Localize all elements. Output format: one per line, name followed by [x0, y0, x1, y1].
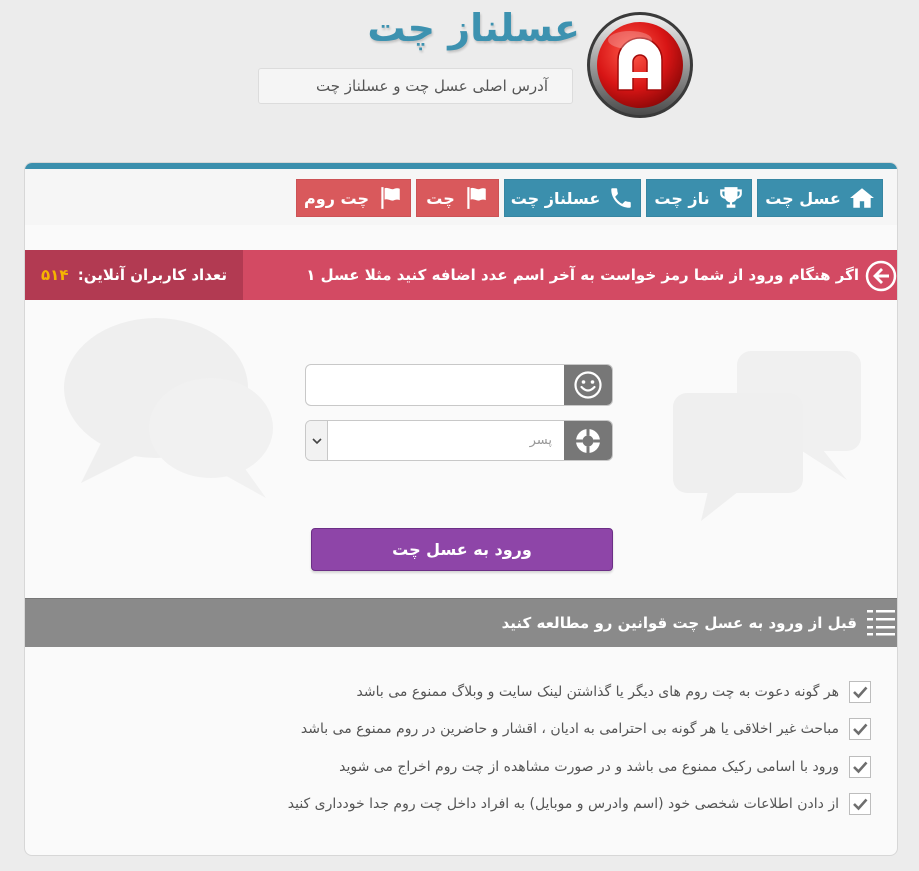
rule-text: ورود با اسامی رکیک ممنوع می باشد و در صو…: [339, 759, 839, 775]
flag-icon: [467, 187, 486, 209]
smiley-icon-box: [564, 365, 612, 405]
rule-item: مباحث غیر اخلاقی یا هر گونه بی احترامی ب…: [301, 716, 871, 742]
username-input[interactable]: [306, 365, 566, 405]
checkbox-checked-icon: [849, 793, 871, 815]
chat-bubbles-decoration-icon: [673, 351, 861, 521]
nav-button-naz-chat[interactable]: ناز چت: [646, 179, 752, 217]
gender-select-value: پسر: [529, 433, 552, 448]
rule-text: مباحث غیر اخلاقی یا هر گونه بی احترامی ب…: [300, 721, 839, 737]
nav-button-label: عسل چت: [765, 188, 841, 208]
notice-text: اگر هنگام ورود از شما رمز خواست به آخر ا…: [306, 266, 859, 284]
lock-logo-icon[interactable]: [585, 10, 695, 120]
trophy-icon: [719, 187, 742, 208]
chevron-down-icon[interactable]: [306, 421, 328, 460]
nav-button-asal-chat[interactable]: عسل چت: [757, 179, 883, 217]
notice-bar: تعداد کاربران آنلاین: ۵۱۴ اگر هنگام ورود…: [25, 250, 897, 300]
gender-select[interactable]: پسر: [305, 420, 613, 461]
rules-title: قبل از ورود به عسل چت قوانین رو مطالعه ک…: [501, 614, 857, 632]
phone-icon: [611, 188, 632, 208]
rule-item: ورود با اسامی رکیک ممنوع می باشد و در صو…: [339, 754, 871, 780]
checkbox-checked-icon: [849, 756, 871, 778]
nav-button-label: ناز چت: [654, 188, 710, 208]
checkbox-checked-icon: [849, 681, 871, 703]
rule-text: از دادن اطلاعات شخصی خود (اسم وادرس و مو…: [287, 796, 839, 812]
nav-button-asalnaz-chat[interactable]: عسلناز چت: [504, 179, 641, 217]
nav-button-chat-room[interactable]: چت روم: [296, 179, 411, 217]
flag-icon: [381, 187, 400, 209]
online-users-label: تعداد کاربران آنلاین:: [77, 266, 227, 284]
site-subtitle: آدرس اصلی عسل چت و عسلناز چت: [258, 68, 573, 104]
arrow-left-circle-icon: [865, 260, 897, 292]
nav-button-label: چت: [426, 188, 455, 208]
chat-bubbles-decoration-icon: [64, 318, 273, 498]
site-title: عسلناز چت: [367, 6, 580, 50]
main-panel: عسل چت ناز چت عسلناز چت چت چت روم تعداد …: [24, 162, 898, 856]
lifebuoy-icon-box: [564, 421, 612, 460]
username-field[interactable]: [305, 364, 613, 406]
checkbox-checked-icon: [849, 718, 871, 740]
nav-button-label: چت روم: [304, 188, 369, 208]
rule-item: هر گونه دعوت به چت روم های دیگر یا گذاشت…: [357, 679, 871, 705]
list-icon: [867, 610, 895, 636]
smiley-icon: [574, 371, 602, 399]
online-users-count: ۵۱۴: [41, 266, 69, 284]
lifebuoy-icon: [576, 428, 600, 453]
rules-header: قبل از ورود به عسل چت قوانین رو مطالعه ک…: [25, 598, 897, 647]
nav-button-label: عسلناز چت: [510, 188, 601, 208]
nav-button-chat[interactable]: چت: [416, 179, 499, 217]
enter-chat-button[interactable]: ورود به عسل چت: [311, 528, 613, 571]
rule-text: هر گونه دعوت به چت روم های دیگر یا گذاشت…: [356, 684, 839, 700]
rule-item: از دادن اطلاعات شخصی خود (اسم وادرس و مو…: [288, 791, 871, 817]
online-users-box: تعداد کاربران آنلاین: ۵۱۴: [25, 250, 243, 300]
home-icon: [849, 188, 874, 208]
